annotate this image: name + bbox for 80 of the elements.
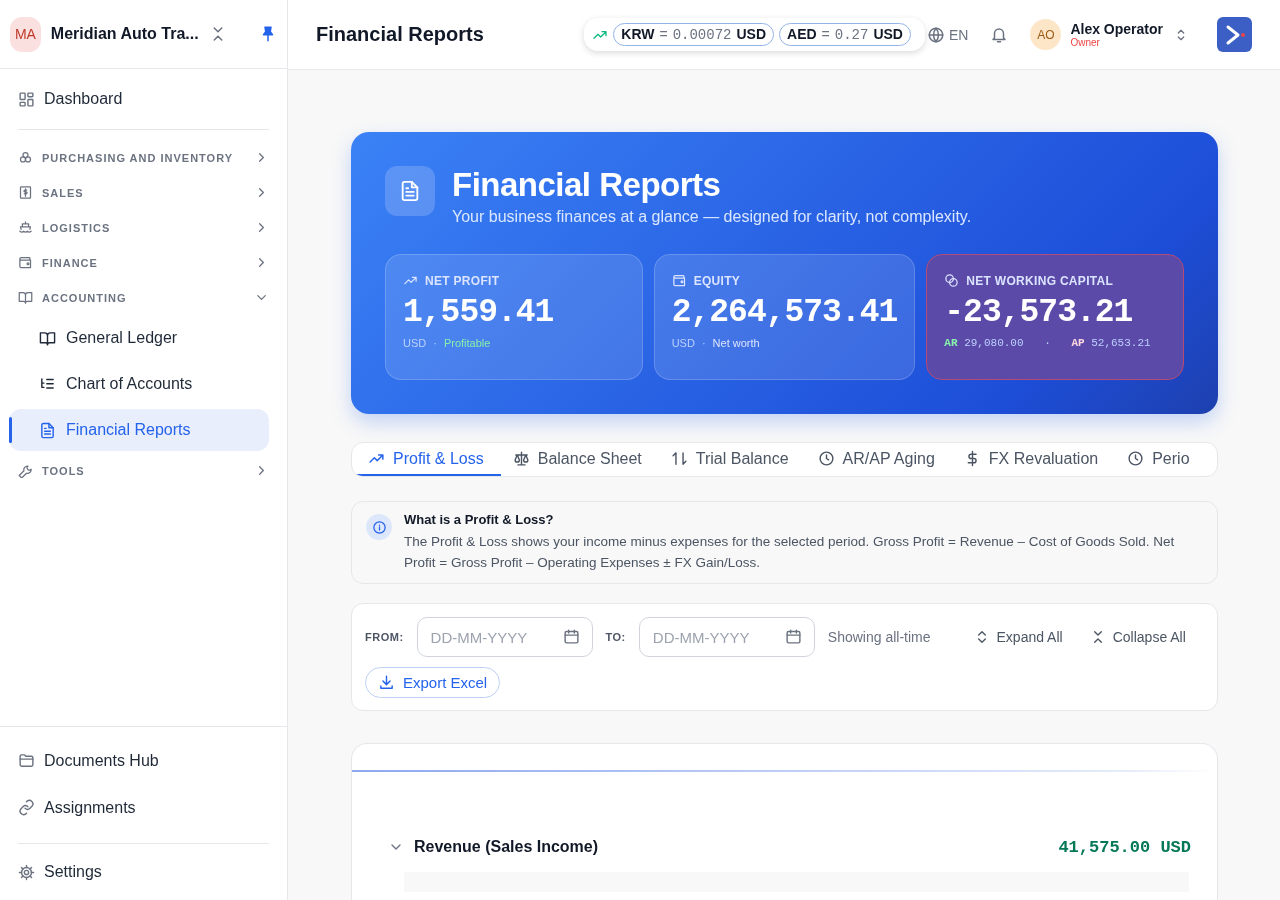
sidebar-section[interactable]: FINANCE [18,245,269,280]
user-role: Owner [1070,37,1101,48]
report-tab[interactable]: FX Revaluation [951,443,1116,477]
clock-icon [1127,450,1145,467]
ap-amount: AP 52,653.21 [1071,337,1151,349]
kpi-label: NET WORKING CAPITAL [966,273,1114,288]
wallet-icon [671,273,687,288]
sidebar-section[interactable]: SALES [18,175,269,210]
kpi-value: 2,264,573.41 [671,294,898,331]
sidebar-item[interactable]: Chart of Accounts [9,363,269,405]
export-excel-button[interactable]: Export Excel [365,667,501,699]
sidebar-section[interactable]: LOGISTICS [18,210,269,245]
wallet-icon [18,255,33,270]
user-name: Alex Operator [1070,21,1163,37]
calendar-icon [784,628,802,646]
kpi-note: Profitable [443,337,491,349]
report-tab[interactable]: Perio [1115,443,1207,477]
to-label: TO: [605,631,626,644]
report-tab[interactable]: Balance Sheet [500,443,659,477]
grid-icon [18,90,35,108]
book-icon [39,329,56,347]
info-title: What is a Profit & Loss? [404,512,555,528]
bell-icon [990,25,1009,44]
report-tab[interactable]: Trial Balance [658,443,806,477]
dollar-document-icon [18,185,33,200]
separator-dot: · [701,337,706,349]
globe-icon [926,25,945,44]
hero-title: Financial Reports [452,166,722,204]
sidebar-item[interactable]: Dashboard [18,79,269,119]
separator-dot: · [1044,337,1051,349]
settings-item[interactable]: Settings [18,852,269,892]
scale-icon [512,450,530,467]
info-icon [371,519,387,535]
collapse-all-button[interactable]: Collapse All [1089,629,1186,646]
expand-all-button[interactable]: Expand All [973,629,1063,646]
coins-icon [944,273,960,288]
app-logo-icon[interactable] [1217,17,1252,52]
document-icon [39,421,56,439]
sidebar-section[interactable]: ACCOUNTING [18,280,269,315]
page-title: Financial Reports [316,23,485,46]
kpi-currency: USD [403,337,427,349]
book-icon [18,290,33,305]
sidebar-item[interactable]: Financial Reports [9,409,269,451]
kpi-currency: USD [671,337,695,349]
sidebar-section[interactable]: PURCHASING AND INVENTORY [18,140,269,175]
org-name: Meridian Auto Tra... [50,25,199,43]
kpi-note: Net worth [712,337,760,349]
wrench-icon [18,463,33,478]
report-section-row[interactable]: Revenue (Sales Income) 41,575.00 USD [352,834,1217,861]
ar-amount: AR 29,080.00 [944,337,1024,349]
settings-icon [18,863,35,881]
range-status: Showing all-time [827,629,931,646]
document-icon [399,180,421,202]
sidebar-item[interactable]: Documents Hub [18,737,269,784]
to-date-field[interactable]: DD-MM-YYYY [638,617,815,658]
download-icon [378,674,395,692]
from-label: FROM: [365,631,404,644]
kpi-value: 1,559.41 [403,294,555,331]
kpi-label: NET PROFIT [425,273,500,288]
user-avatar: AO [1030,19,1062,50]
hero-subtitle: Your business finances at a glance — designed for clarity, not complexity. [452,208,972,226]
report-tab[interactable]: AR/AP Aging [805,443,952,477]
info-text: The Profit & Loss shows your income minus expenses for the selected period. Gross Profit = Revenue – Cost of Goods Sold. Net Profit = Gross Profit – Operating Expenses ± FX Gain/Loss. [404,533,1176,573]
ship-icon [18,220,33,235]
clock-icon [817,450,835,467]
sidebar-item[interactable]: General Ledger [9,317,269,359]
kpi-label: EQUITY [693,273,741,288]
from-date-field[interactable]: DD-MM-YYYY [416,617,593,658]
kpi-value: -23,573.21 [944,294,1134,331]
link-icon [18,799,35,816]
sidebar-item[interactable]: Assignments [18,784,269,831]
arrows-up-down-icon [670,450,688,467]
language-selector[interactable]: EN [926,25,969,44]
boxes-icon [18,150,33,165]
separator-dot: · [433,337,437,349]
sidebar-section[interactable]: TOOLS [18,453,269,488]
org-avatar: MA [10,16,41,52]
report-tab[interactable]: Profit & Loss [356,443,501,477]
folder-icon [18,752,35,769]
calendar-icon [562,628,580,646]
